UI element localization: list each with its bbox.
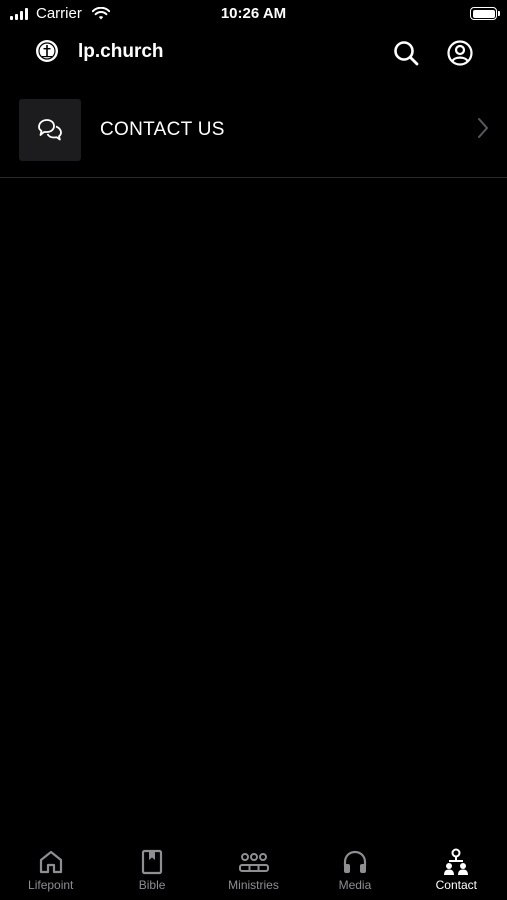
home-icon [39, 850, 62, 874]
app-header: lp.church [0, 30, 507, 76]
tab-bible[interactable]: Bible [101, 840, 202, 900]
tab-bar: Lifepoint Bible Ministries Media Contact [0, 840, 507, 900]
contact-us-label: CONTACT US [100, 119, 225, 140]
chevron-right-icon [478, 118, 488, 138]
profile-button[interactable] [445, 38, 475, 68]
headphones-icon [343, 850, 367, 873]
book-icon [142, 849, 163, 875]
people-group-icon [238, 853, 269, 872]
search-button[interactable] [391, 38, 421, 68]
logo-mark [38, 42, 56, 60]
search-icon [394, 41, 419, 66]
app-title: lp.church [78, 41, 164, 62]
app-screen: Carrier 10:26 AM lp.church CONTACT US Li… [0, 0, 507, 900]
chat-bubbles-icon [38, 119, 62, 141]
tab-media[interactable]: Media [304, 840, 405, 900]
tab-label: Ministries [228, 878, 279, 892]
tab-label: Media [338, 878, 372, 892]
battery-icon [470, 7, 500, 20]
user-circle-icon [447, 40, 473, 66]
contact-us-row[interactable]: CONTACT US [0, 92, 507, 178]
tab-label: Contact [435, 878, 477, 892]
tab-ministries[interactable]: Ministries [203, 840, 304, 900]
status-time: 10:26 AM [220, 5, 287, 22]
contact-icon-box [19, 99, 81, 161]
tab-label: Bible [138, 878, 166, 892]
tab-contact[interactable]: Contact [406, 840, 507, 900]
status-bar: Carrier 10:26 AM [0, 0, 507, 30]
church-logo-icon[interactable] [36, 40, 58, 62]
tab-label: Lifepoint [28, 878, 74, 892]
tab-lifepoint[interactable]: Lifepoint [0, 840, 101, 900]
contact-org-icon [444, 848, 469, 875]
